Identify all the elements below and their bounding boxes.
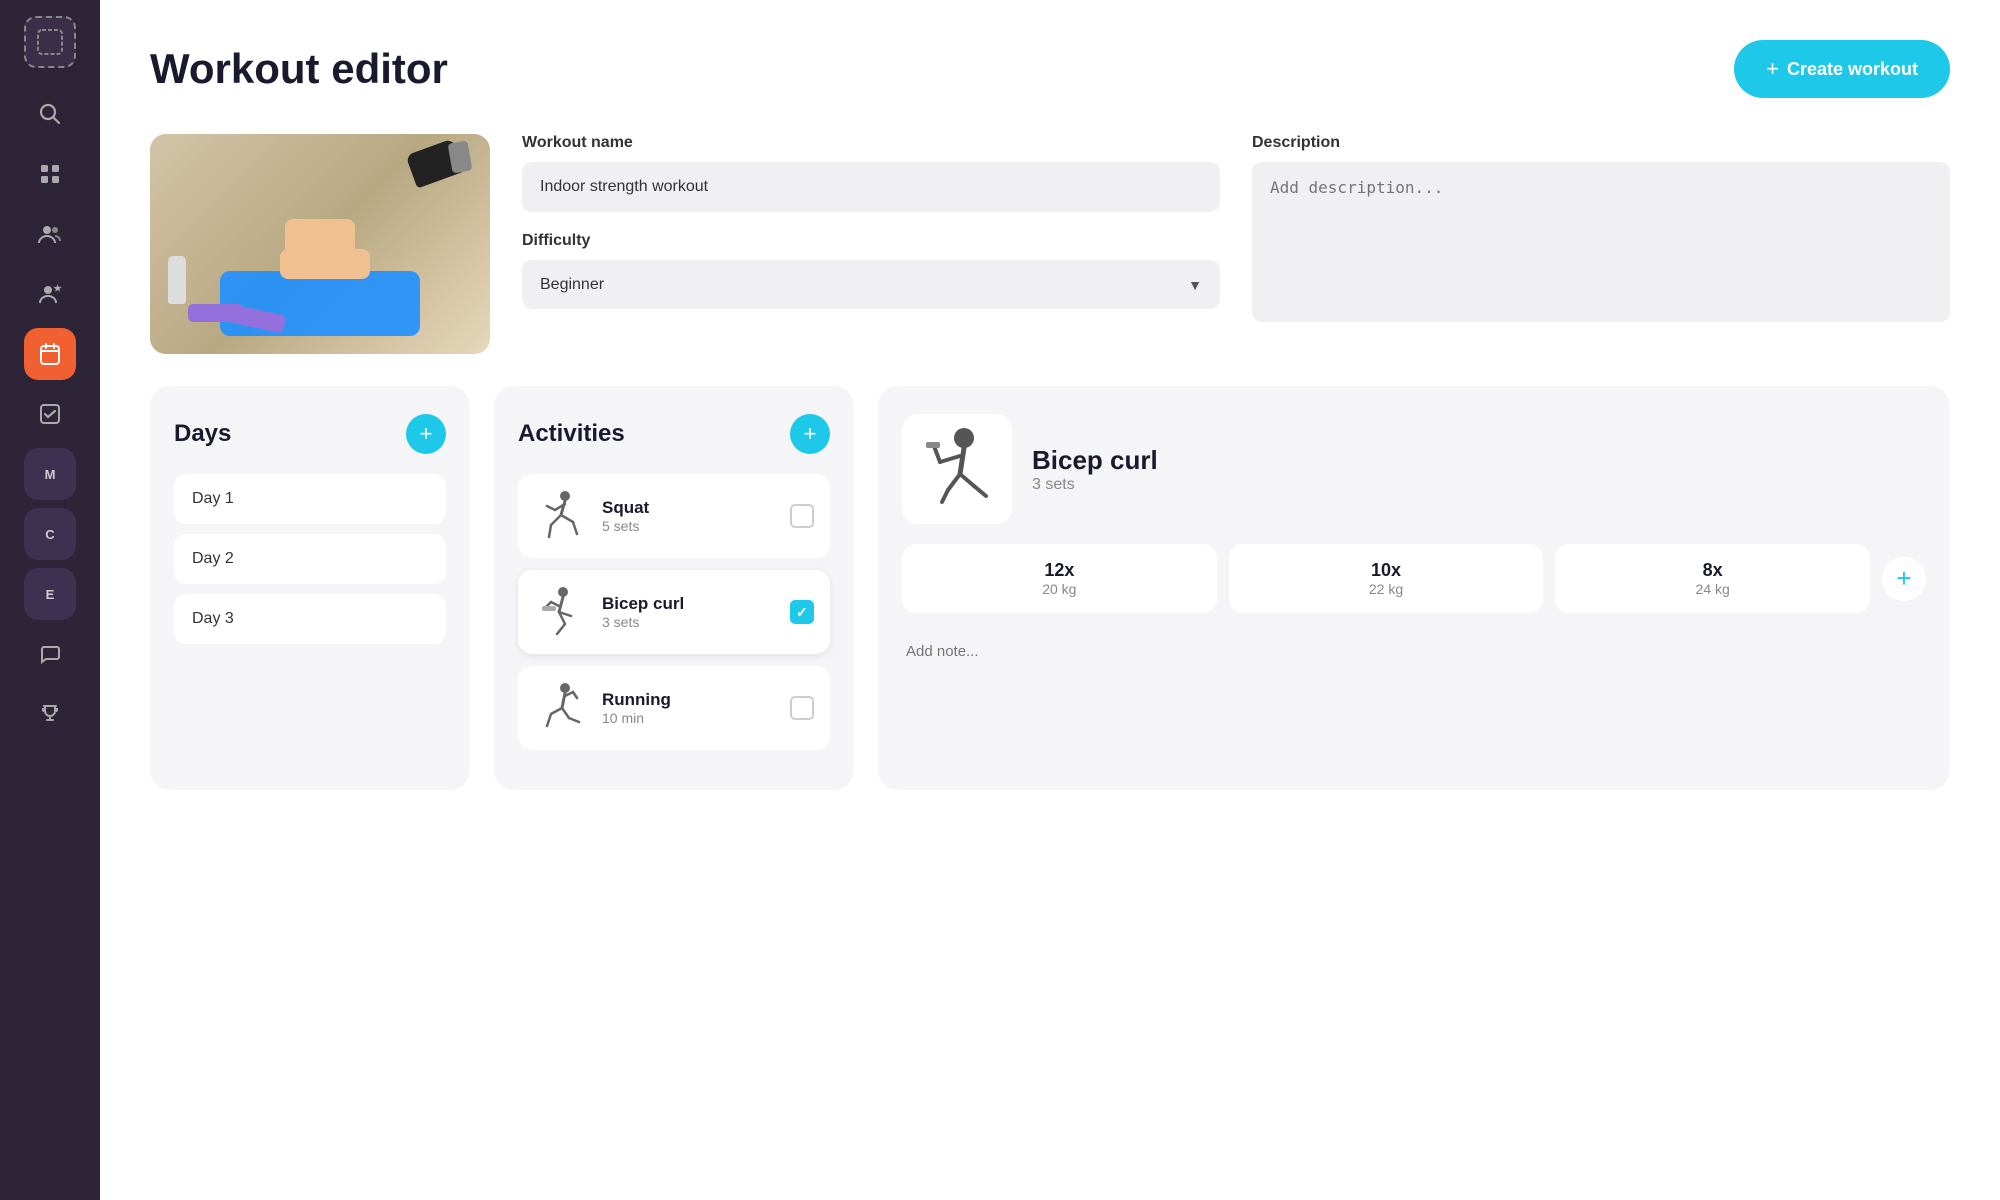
description-label: Description <box>1252 134 1950 152</box>
running-checkbox[interactable] <box>790 696 814 720</box>
activities-panel-title: Activities <box>518 420 625 448</box>
squat-figure <box>534 488 590 544</box>
add-set-button[interactable]: + <box>1882 557 1926 601</box>
activity-item-running[interactable]: Running 10 min <box>518 666 830 750</box>
detail-panel: Bicep curl 3 sets 12x 20 kg 10x 22 kg 8x… <box>878 386 1950 790</box>
workout-name-label: Workout name <box>522 134 1220 152</box>
detail-info: Bicep curl 3 sets <box>1032 445 1158 494</box>
description-input[interactable] <box>1252 162 1950 322</box>
detail-header: Bicep curl 3 sets <box>902 414 1926 524</box>
sidebar-item-search[interactable] <box>24 88 76 140</box>
days-panel-header: Days + <box>174 414 446 454</box>
set-2-reps: 10x <box>1247 560 1526 581</box>
squat-checkbox[interactable] <box>790 504 814 528</box>
detail-figure <box>902 414 1012 524</box>
set-2-weight: 22 kg <box>1247 581 1526 597</box>
detail-exercise-sets: 3 sets <box>1032 476 1158 494</box>
detail-exercise-name: Bicep curl <box>1032 445 1158 476</box>
sidebar-item-c[interactable]: C <box>24 508 76 560</box>
set-1-reps: 12x <box>920 560 1199 581</box>
set-card-3[interactable]: 8x 24 kg <box>1555 544 1870 613</box>
set-card-1[interactable]: 12x 20 kg <box>902 544 1217 613</box>
sidebar-item-members[interactable] <box>24 268 76 320</box>
workout-name-group: Workout name <box>522 134 1220 212</box>
running-info: Running 10 min <box>602 690 778 726</box>
running-name: Running <box>602 690 778 710</box>
days-panel: Days + Day 1 Day 2 Day 3 <box>150 386 470 790</box>
main-content: Workout editor + Create workout <box>100 0 2000 1200</box>
sidebar-item-m[interactable]: M <box>24 448 76 500</box>
squat-info: Squat 5 sets <box>602 498 778 534</box>
sidebar-item-dashboard[interactable] <box>24 148 76 200</box>
form-fields: Workout name Difficulty Beginner Interme… <box>522 134 1220 329</box>
day-item[interactable]: Day 2 <box>174 534 446 584</box>
squat-name: Squat <box>602 498 778 518</box>
sidebar-item-tasks[interactable] <box>24 388 76 440</box>
sidebar-item-workout[interactable] <box>24 328 76 380</box>
bicep-curl-info: Bicep curl 3 sets <box>602 594 778 630</box>
set-3-reps: 8x <box>1573 560 1852 581</box>
difficulty-select-wrapper: Beginner Intermediate Advanced ▼ <box>522 260 1220 309</box>
activities-panel-header: Activities + <box>518 414 830 454</box>
create-workout-button[interactable]: + Create workout <box>1734 40 1950 98</box>
plus-icon: + <box>1766 56 1779 82</box>
sidebar: M C E <box>0 0 100 1200</box>
sidebar-item-users[interactable] <box>24 208 76 260</box>
set-card-2[interactable]: 10x 22 kg <box>1229 544 1544 613</box>
add-activity-button[interactable]: + <box>790 414 830 454</box>
difficulty-group: Difficulty Beginner Intermediate Advance… <box>522 232 1220 309</box>
day-item[interactable]: Day 3 <box>174 594 446 644</box>
panels-row: Days + Day 1 Day 2 Day 3 Activities + <box>150 386 1950 790</box>
sets-row: 12x 20 kg 10x 22 kg 8x 24 kg + <box>902 544 1926 613</box>
set-3-weight: 24 kg <box>1573 581 1852 597</box>
page-title: Workout editor <box>150 45 448 93</box>
activities-panel: Activities + <box>494 386 854 790</box>
sidebar-item-trophy[interactable] <box>24 688 76 740</box>
bicep-curl-figure <box>534 584 590 640</box>
add-day-button[interactable]: + <box>406 414 446 454</box>
sidebar-logo <box>24 16 76 68</box>
difficulty-label: Difficulty <box>522 232 1220 250</box>
activity-item-bicep-curl[interactable]: Bicep curl 3 sets <box>518 570 830 654</box>
page-header: Workout editor + Create workout <box>150 40 1950 98</box>
form-section: Workout name Difficulty Beginner Interme… <box>150 134 1950 354</box>
bicep-curl-name: Bicep curl <box>602 594 778 614</box>
note-input[interactable] <box>902 633 1926 670</box>
sidebar-item-chat[interactable] <box>24 628 76 680</box>
running-meta: 10 min <box>602 710 778 726</box>
description-group: Description <box>1252 134 1950 327</box>
sidebar-item-e[interactable]: E <box>24 568 76 620</box>
day-item[interactable]: Day 1 <box>174 474 446 524</box>
bicep-curl-meta: 3 sets <box>602 614 778 630</box>
set-1-weight: 20 kg <box>920 581 1199 597</box>
difficulty-select[interactable]: Beginner Intermediate Advanced <box>522 260 1220 309</box>
days-panel-title: Days <box>174 420 231 448</box>
activity-item-squat[interactable]: Squat 5 sets <box>518 474 830 558</box>
running-figure <box>534 680 590 736</box>
workout-name-input[interactable] <box>522 162 1220 212</box>
squat-meta: 5 sets <box>602 518 778 534</box>
bicep-curl-checkbox[interactable] <box>790 600 814 624</box>
workout-image[interactable] <box>150 134 490 354</box>
